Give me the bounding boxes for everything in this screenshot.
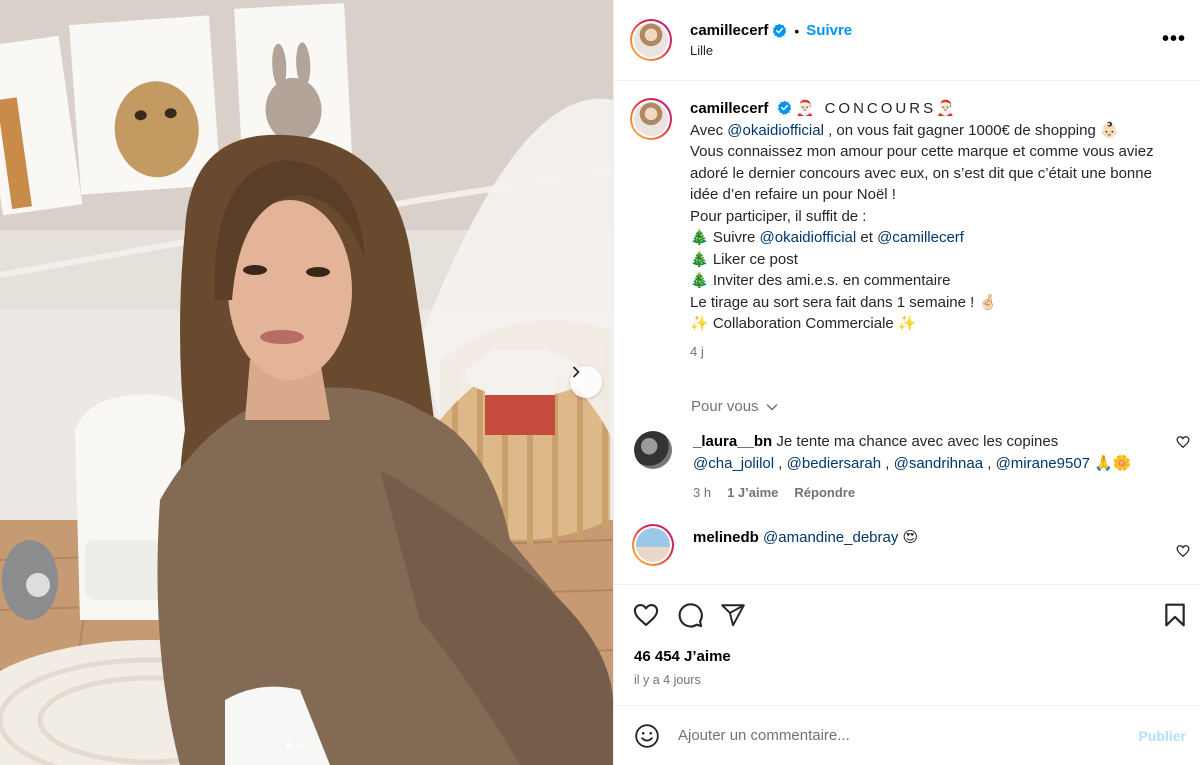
post-actions-bar — [614, 584, 1200, 644]
mention-link[interactable]: @cha_jolilol — [693, 455, 774, 472]
follow-button[interactable]: Suivre — [806, 22, 852, 39]
comment-separator: , — [774, 455, 787, 472]
comment-separator: , — [881, 455, 894, 472]
separator-dot: • — [794, 22, 800, 39]
comment-like-heart-icon[interactable] — [1176, 435, 1190, 449]
mention-link[interactable]: @sandrihnaa — [894, 455, 983, 472]
caption-text: Le tirage au sort sera fait dans 1 semai… — [690, 293, 998, 311]
caption-text: , on vous fait gagner 1000€ de shopping … — [823, 121, 1119, 139]
commenter-username[interactable]: _laura__bn — [693, 433, 772, 450]
caption-author-avatar[interactable] — [630, 98, 672, 140]
carousel-dot-active — [286, 743, 292, 749]
post-date: il y a 4 jours — [634, 673, 701, 687]
author-username[interactable]: camillecerf — [690, 22, 768, 39]
publish-button[interactable]: Publier — [1139, 728, 1186, 744]
post-side-panel: camillecerf • Suivre Lille ••• camillece… — [613, 0, 1200, 765]
verified-badge-icon — [773, 23, 787, 38]
mention-link[interactable]: @bediersarah — [787, 455, 881, 472]
instagram-post-modal: camillecerf • Suivre Lille ••• camillece… — [0, 0, 1200, 765]
for-you-label: Pour vous — [691, 398, 759, 415]
mention-link[interactable]: @okaidiofficial — [727, 122, 824, 139]
comment-emoji: 😍 — [898, 529, 919, 546]
share-send-icon[interactable] — [720, 602, 746, 628]
caption-text: Vous connaissez mon amour pour cette mar… — [690, 143, 1154, 203]
verified-badge-icon — [777, 100, 791, 115]
comment-item: melinedb @amandine_debray 😍 — [614, 524, 1200, 566]
chevron-down-icon — [766, 403, 777, 410]
post-location[interactable]: Lille — [690, 43, 852, 58]
comment-bubble-icon[interactable] — [676, 601, 704, 629]
like-count[interactable]: 46 454 J’aime — [614, 644, 1200, 665]
save-bookmark-icon[interactable] — [1162, 601, 1188, 632]
comments-scroll-area[interactable]: camillecerf 🎅🏻 CONCOURS🎅🏻 Avec @okaidiof… — [614, 81, 1200, 584]
comment-input[interactable] — [678, 727, 1139, 744]
caption-username[interactable]: camillecerf — [690, 100, 768, 117]
like-heart-icon[interactable] — [632, 601, 660, 629]
comment-like-heart-icon[interactable] — [1176, 544, 1190, 558]
mention-link[interactable]: @camillecerf — [877, 229, 964, 246]
carousel-next-button[interactable] — [570, 366, 602, 398]
mention-link[interactable]: @okaidiofficial — [760, 229, 857, 246]
comment-emoji: 🙏🌼 — [1090, 455, 1132, 472]
comment-text: Je tente ma chance avec avec les copines — [772, 433, 1059, 450]
caption-text: et — [856, 229, 878, 246]
author-avatar[interactable] — [630, 19, 672, 61]
comment-likes[interactable]: 1 J’aime — [727, 482, 778, 504]
caption-title: 🎅🏻 CONCOURS🎅🏻 — [795, 100, 958, 117]
caption-text: 🎄 Liker ce post — [690, 250, 798, 268]
mention-link[interactable]: @amandine_debray — [763, 529, 898, 546]
caption-timestamp[interactable]: 4 j — [690, 341, 1184, 363]
post-header: camillecerf • Suivre Lille ••• — [614, 0, 1200, 81]
commenter-avatar[interactable] — [634, 431, 672, 469]
commenter-username[interactable]: melinedb — [693, 529, 759, 546]
caption-text: Avec — [690, 121, 728, 139]
reply-button[interactable]: Répondre — [794, 482, 855, 504]
post-photo[interactable] — [0, 0, 613, 765]
commenter-avatar[interactable] — [632, 524, 674, 566]
add-comment-bar: Publier — [614, 705, 1200, 765]
caption-text: ✨ Collaboration Commerciale ✨ — [690, 315, 917, 332]
chevron-right-icon — [573, 366, 580, 378]
carousel-dots — [286, 743, 302, 749]
caption-text: 🎄 Inviter des ami.e.s. en commentaire — [690, 272, 951, 289]
comment-item: _laura__bn Je tente ma chance avec avec … — [614, 431, 1200, 504]
carousel-dot — [296, 743, 302, 749]
comment-separator: , — [983, 455, 996, 472]
mention-link[interactable]: @mirane9507 — [996, 455, 1090, 472]
for-you-filter[interactable]: Pour vous — [691, 398, 1200, 415]
caption-text: Pour participer, il suffit de : — [690, 207, 867, 225]
caption-text: 🎄 Suivre — [690, 229, 760, 246]
post-caption: camillecerf 🎅🏻 CONCOURS🎅🏻 Avec @okaidiof… — [614, 81, 1200, 362]
comment-timestamp[interactable]: 3 h — [693, 482, 711, 504]
emoji-picker-icon[interactable] — [634, 723, 660, 749]
more-options-icon[interactable]: ••• — [1162, 28, 1186, 51]
selfie-illustration — [0, 0, 613, 765]
